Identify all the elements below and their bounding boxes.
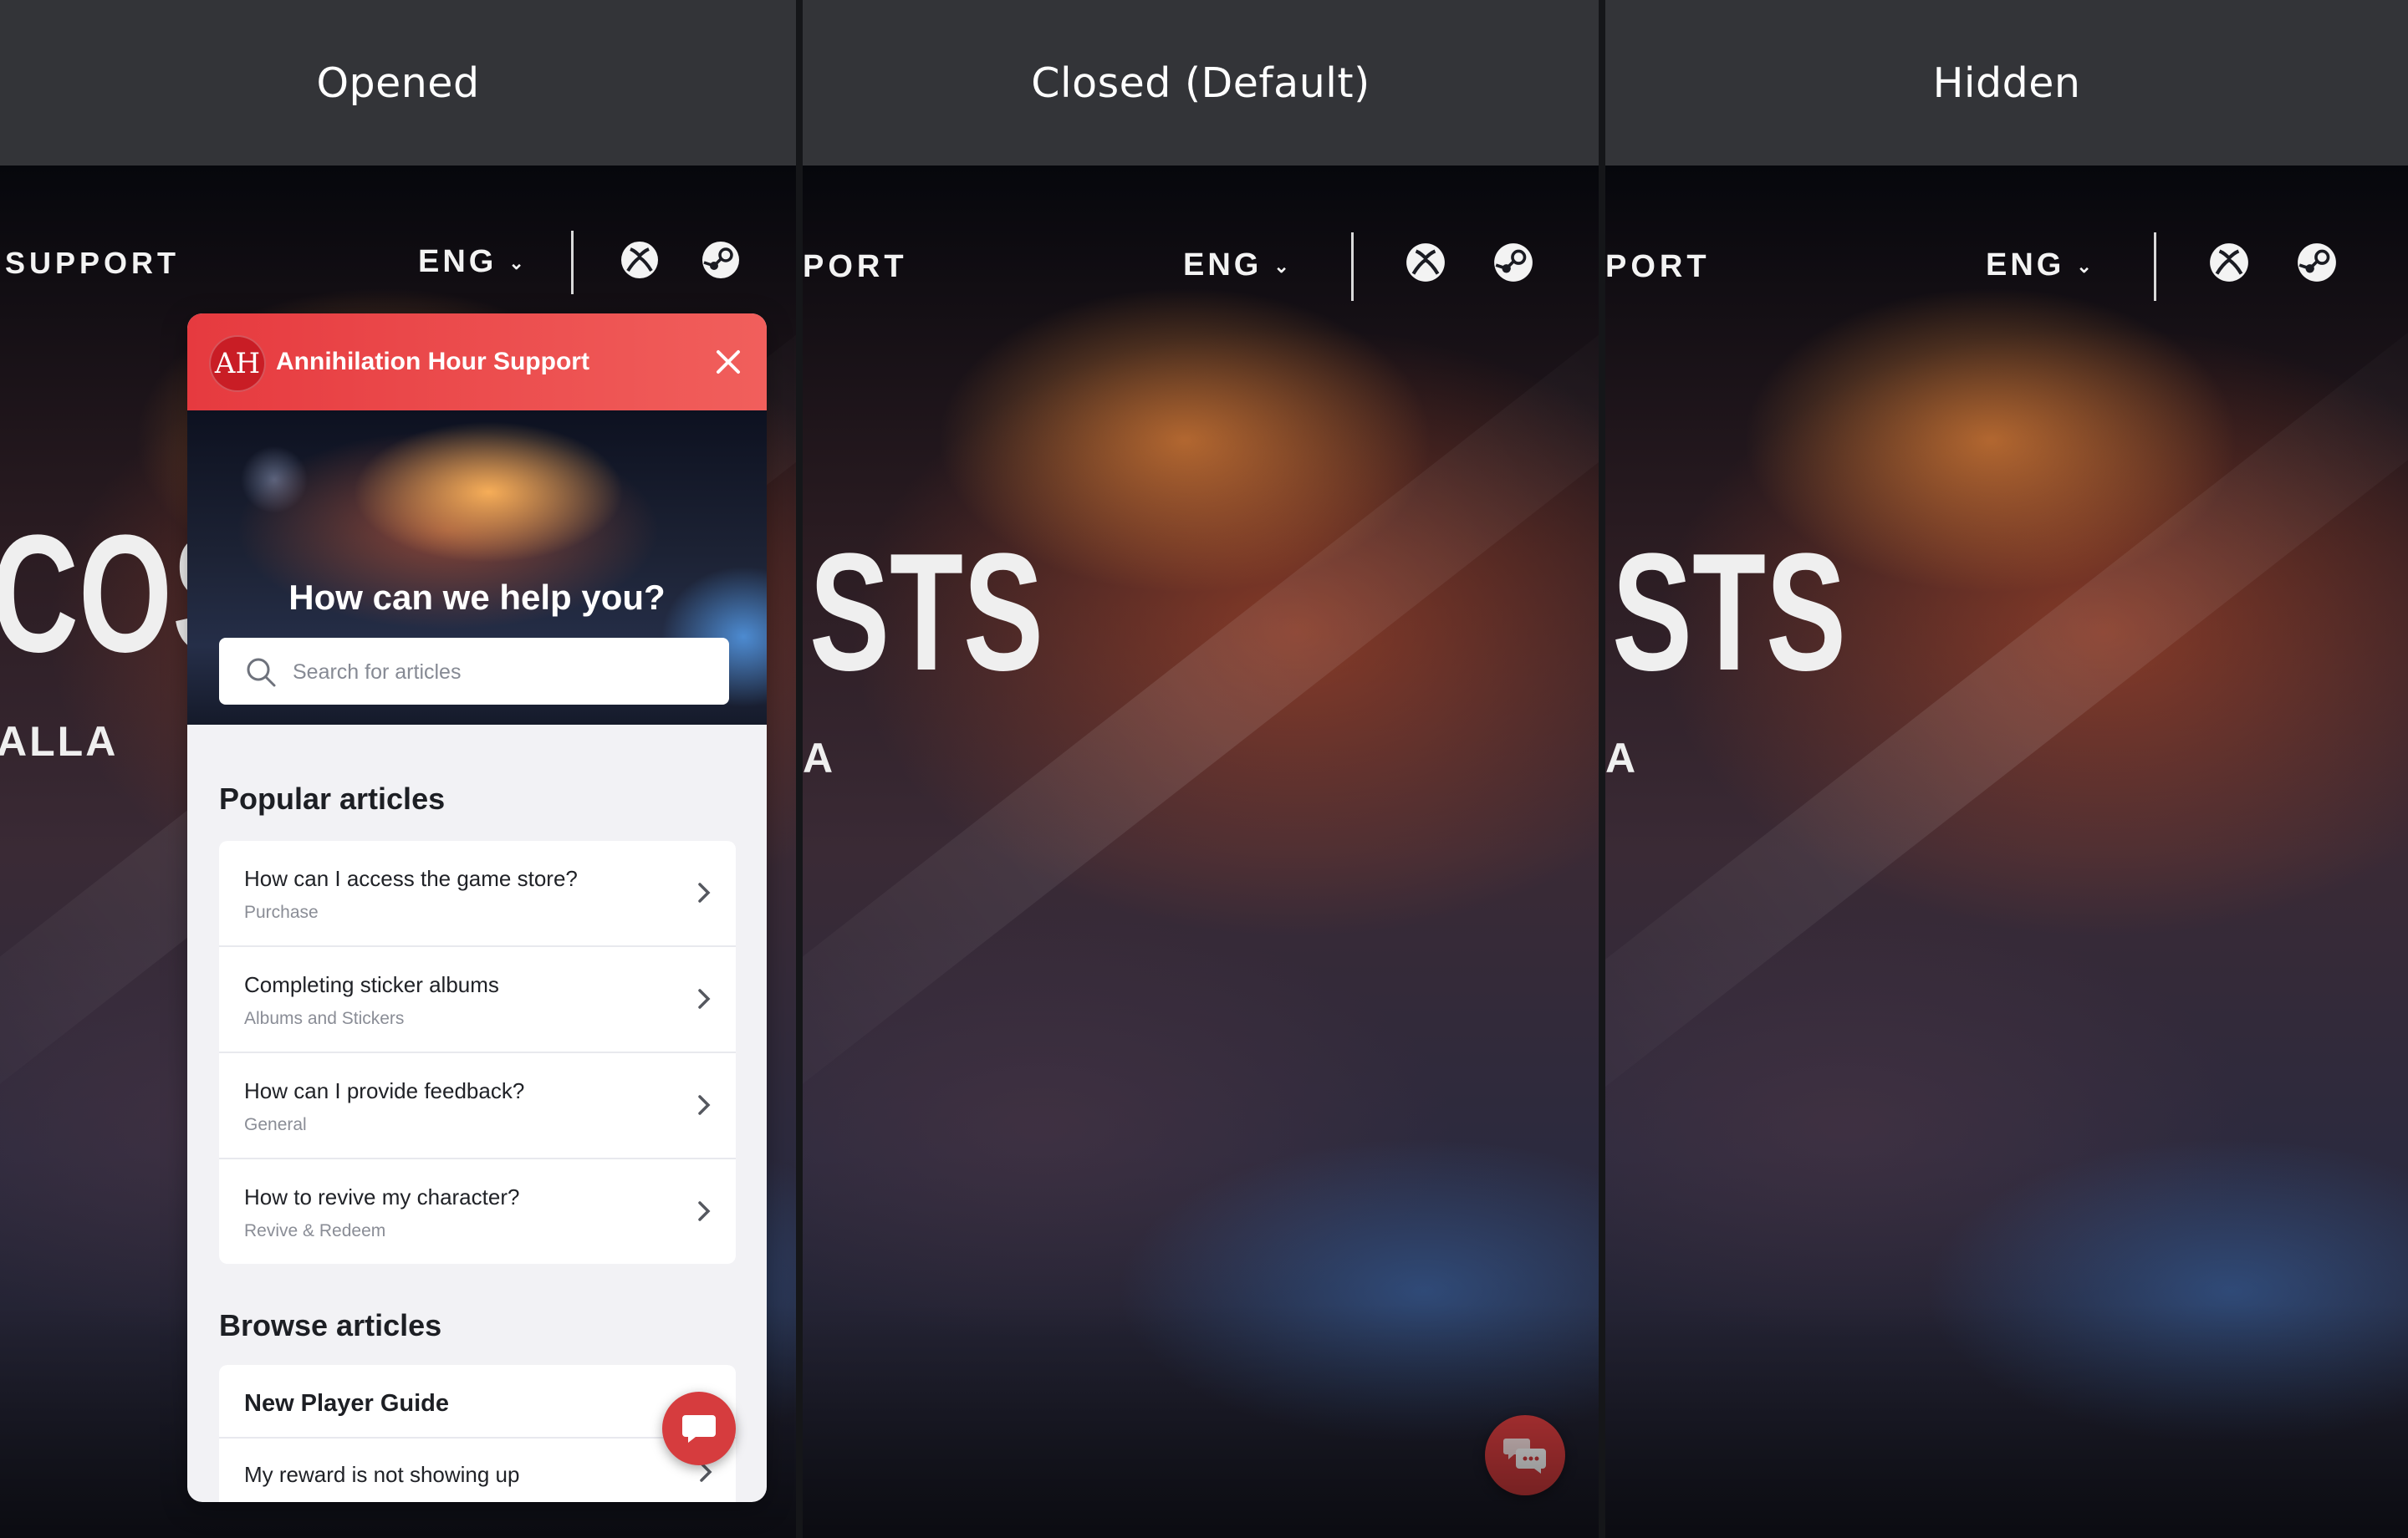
browse-category-card: New Player Guide My reward is not showin… — [219, 1365, 736, 1502]
browse-category-title[interactable]: New Player Guide — [244, 1390, 449, 1418]
steam-icon[interactable] — [700, 239, 742, 281]
nav-divider — [2154, 232, 2156, 301]
hero-subtitle-fragment: ALLA — [0, 718, 119, 765]
variant-opened: Opened SUPPORT ENG⌄ COST ALLA AH Annihi — [0, 0, 796, 1538]
nav-support-link[interactable]: SUPPORT — [5, 246, 180, 281]
variant-closed-default: Closed (Default) PORT ENG ⌄ STS A — [803, 0, 1599, 1538]
article-title: How to revive my character? — [244, 1184, 520, 1210]
steam-icon[interactable] — [2295, 241, 2339, 284]
chevron-down-icon: ⌄ — [508, 252, 524, 273]
language-label: ENG — [418, 244, 497, 279]
nav-support-link[interactable]: PORT — [803, 249, 908, 285]
search-icon — [247, 658, 276, 687]
column-header: Opened — [0, 0, 796, 166]
support-widget: AH Annihilation Hour Support How can we … — [187, 313, 767, 1502]
language-selector[interactable]: ENG ⌄ — [1183, 247, 1289, 283]
chat-bubbles-icon — [1503, 1439, 1546, 1474]
game-site-background: PORT ENG ⌄ STS A — [803, 166, 1599, 1538]
column-title: Closed (Default) — [1031, 59, 1370, 107]
nav-divider — [1351, 232, 1354, 301]
browse-article-item[interactable]: My reward is not showing up — [244, 1462, 519, 1488]
xbox-icon[interactable] — [2207, 241, 2251, 284]
article-title: How can I provide feedback? — [244, 1078, 525, 1103]
article-item[interactable]: How to revive my character? Revive & Red… — [219, 1159, 736, 1264]
article-search-box[interactable] — [219, 638, 729, 706]
browse-articles-heading: Browse articles — [219, 1308, 442, 1342]
article-item[interactable]: How can I access the game store? Purchas… — [219, 841, 736, 947]
divider — [219, 1437, 736, 1439]
column-title: Hidden — [1932, 59, 2081, 107]
widget-title: Annihilation Hour Support — [276, 348, 589, 375]
article-title: Completing sticker albums — [244, 972, 499, 997]
language-label: ENG — [1986, 247, 2065, 283]
chevron-right-icon — [698, 1095, 711, 1115]
language-label: ENG — [1183, 247, 1263, 283]
xbox-icon[interactable] — [619, 239, 661, 281]
chevron-right-icon — [698, 883, 711, 903]
site-navbar: PORT ENG ⌄ — [1605, 166, 2408, 366]
article-category: Revive & Redeem — [244, 1221, 386, 1240]
nav-support-link[interactable]: PORT — [1605, 249, 1711, 285]
hero-title-fragment: STS — [1612, 519, 1847, 705]
popular-articles-list: How can I access the game store? Purchas… — [219, 841, 736, 1264]
widget-hero-banner: How can we help you? — [187, 410, 767, 725]
column-header: Closed (Default) — [803, 0, 1599, 166]
close-icon[interactable] — [708, 342, 748, 382]
chevron-right-icon — [698, 1201, 711, 1221]
widget-header: AH Annihilation Hour Support — [187, 313, 767, 410]
chevron-down-icon: ⌄ — [1273, 255, 1289, 277]
brand-logo: AH — [209, 335, 266, 392]
game-site-background: PORT ENG ⌄ STS A — [1605, 166, 2408, 1538]
variant-hidden: Hidden PORT ENG ⌄ STS A — [1605, 0, 2408, 1538]
language-selector[interactable]: ENG ⌄ — [418, 244, 524, 280]
article-category: General — [244, 1115, 307, 1134]
chevron-down-icon: ⌄ — [2076, 255, 2092, 277]
chat-launcher-button[interactable] — [662, 1392, 736, 1465]
column-header: Hidden — [1605, 0, 2408, 166]
article-title: How can I access the game store? — [244, 866, 578, 891]
search-input[interactable] — [291, 638, 712, 706]
widget-hero-title: How can we help you? — [288, 578, 666, 617]
steam-icon[interactable] — [1492, 241, 1535, 284]
article-item[interactable]: How can I provide feedback? General — [219, 1053, 736, 1159]
site-navbar: PORT ENG ⌄ — [803, 166, 1599, 366]
article-category: Albums and Stickers — [244, 1009, 405, 1028]
column-title: Opened — [316, 59, 480, 107]
article-category: Purchase — [244, 903, 319, 922]
article-item[interactable]: Completing sticker albums Albums and Sti… — [219, 947, 736, 1053]
chat-bubble-icon — [682, 1415, 716, 1443]
hero-subtitle-fragment: A — [803, 735, 836, 782]
xbox-icon[interactable] — [1404, 241, 1447, 284]
nav-divider — [571, 231, 574, 294]
chevron-right-icon — [698, 989, 711, 1009]
language-selector[interactable]: ENG ⌄ — [1986, 247, 2092, 283]
popular-articles-heading: Popular articles — [219, 782, 446, 816]
chat-launcher-button[interactable] — [1485, 1415, 1565, 1495]
hero-title-fragment: STS — [809, 519, 1044, 705]
hero-subtitle-fragment: A — [1605, 735, 1639, 782]
